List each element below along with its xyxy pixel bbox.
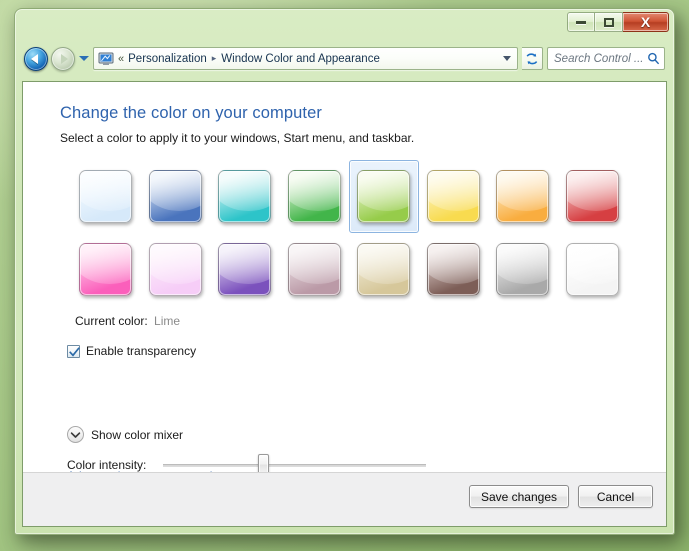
- refresh-button[interactable]: [522, 47, 543, 70]
- command-bar: Save changes Cancel: [23, 472, 666, 526]
- gloss-highlight: [566, 244, 618, 284]
- color-chip: [357, 243, 411, 296]
- current-color-value: Lime: [154, 314, 181, 328]
- gloss-highlight: [358, 244, 410, 284]
- current-color-line: Current color: Lime: [75, 314, 180, 328]
- color-chip: [496, 243, 550, 296]
- checkmark-icon: [69, 346, 80, 357]
- color-chip: [565, 170, 619, 223]
- desktop-background: X « Personalization ▸ Window Color and A…: [0, 0, 689, 551]
- page-title: Change the color on your computer: [60, 104, 322, 122]
- show-color-mixer-toggle[interactable]: Show color mixer: [67, 426, 183, 443]
- color-swatch-row: [71, 233, 627, 306]
- chevron-down-circle-icon: [67, 426, 84, 443]
- gloss-highlight: [80, 171, 132, 211]
- address-bar[interactable]: « Personalization ▸ Window Color and App…: [93, 47, 518, 70]
- color-swatch-frost-white[interactable]: [558, 233, 628, 306]
- color-swatch-sea[interactable]: [210, 160, 280, 233]
- recent-pages-chevron-down-icon[interactable]: [79, 56, 89, 61]
- content-body: Change the color on your computer Select…: [23, 82, 666, 483]
- refresh-icon: [526, 52, 538, 64]
- color-swatch-mauve[interactable]: [280, 233, 350, 306]
- color-swatch-lime[interactable]: [349, 160, 419, 233]
- page-subtitle: Select a color to apply it to your windo…: [60, 131, 415, 145]
- color-swatch-ruby[interactable]: [558, 160, 628, 233]
- gloss-highlight: [80, 244, 132, 284]
- breadcrumb-personalization[interactable]: Personalization: [128, 53, 207, 65]
- search-box[interactable]: [547, 47, 665, 70]
- color-swatch-row: [71, 160, 627, 233]
- forward-button[interactable]: [51, 47, 75, 71]
- gloss-highlight: [497, 244, 549, 284]
- color-chip: [287, 170, 341, 223]
- navigation-bar: « Personalization ▸ Window Color and App…: [15, 40, 674, 78]
- window-titlebar: X: [15, 9, 674, 39]
- save-changes-button[interactable]: Save changes: [468, 485, 569, 508]
- gloss-highlight: [427, 171, 479, 211]
- maximize-icon: [603, 17, 614, 27]
- enable-transparency-row[interactable]: Enable transparency: [67, 344, 196, 358]
- cancel-button[interactable]: Cancel: [578, 485, 653, 508]
- gloss-highlight: [288, 244, 340, 284]
- slider-track[interactable]: [163, 464, 427, 467]
- gloss-highlight: [427, 244, 479, 284]
- color-chip: [426, 170, 480, 223]
- enable-transparency-checkbox[interactable]: [67, 344, 80, 358]
- color-chip: [496, 170, 550, 223]
- color-chip: [218, 243, 272, 296]
- forward-arrow-icon: [61, 54, 68, 64]
- gloss-highlight: [566, 171, 618, 211]
- color-chip: [79, 170, 133, 223]
- color-chip: [357, 170, 411, 223]
- command-button-group: Save changes Cancel: [468, 485, 653, 508]
- back-arrow-icon: [31, 54, 38, 64]
- close-icon: X: [640, 14, 651, 30]
- color-swatch-pink[interactable]: [71, 233, 141, 306]
- caption-button-group: X: [567, 12, 669, 32]
- back-button[interactable]: [24, 47, 48, 71]
- gloss-highlight: [149, 244, 201, 284]
- search-input[interactable]: [552, 51, 647, 66]
- color-swatch-pumpkin[interactable]: [488, 160, 558, 233]
- color-chip: [426, 243, 480, 296]
- gloss-highlight: [358, 171, 410, 211]
- color-chip: [148, 170, 202, 223]
- color-chip: [79, 243, 133, 296]
- color-swatch-twilight[interactable]: [141, 160, 211, 233]
- breadcrumb-window-color[interactable]: Window Color and Appearance: [221, 53, 380, 65]
- minimize-button[interactable]: [567, 12, 595, 32]
- current-color-label: Current color:: [75, 314, 148, 328]
- color-swatch-taupe[interactable]: [419, 233, 489, 306]
- color-chip: [287, 243, 341, 296]
- minimize-icon: [576, 20, 586, 24]
- address-dropdown-chevron-down-icon[interactable]: [503, 56, 511, 61]
- gloss-highlight: [288, 171, 340, 211]
- breadcrumb-overflow-icon[interactable]: «: [118, 53, 124, 65]
- color-chip: [565, 243, 619, 296]
- color-swatch-sun[interactable]: [419, 160, 489, 233]
- color-swatch-khaki[interactable]: [349, 233, 419, 306]
- color-swatch-sky[interactable]: [71, 160, 141, 233]
- gloss-highlight: [219, 171, 271, 211]
- show-color-mixer-label: Show color mixer: [91, 427, 184, 442]
- color-swatch-slate[interactable]: [488, 233, 558, 306]
- color-swatch-grid: [71, 160, 627, 306]
- enable-transparency-label: Enable transparency: [86, 344, 197, 358]
- display-monitor-icon: [98, 52, 114, 66]
- control-panel-window: X « Personalization ▸ Window Color and A…: [14, 8, 675, 535]
- gloss-highlight: [149, 171, 201, 211]
- maximize-button[interactable]: [595, 12, 623, 32]
- color-chip: [148, 243, 202, 296]
- gloss-highlight: [219, 244, 271, 284]
- color-chip: [218, 170, 272, 223]
- close-button[interactable]: X: [623, 12, 669, 32]
- color-swatch-leaf[interactable]: [280, 160, 350, 233]
- breadcrumb-separator-icon: ▸: [211, 53, 217, 63]
- content-pane: Change the color on your computer Select…: [22, 81, 667, 527]
- search-icon: [648, 52, 660, 65]
- color-swatch-violet[interactable]: [210, 233, 280, 306]
- color-swatch-frost[interactable]: [141, 233, 211, 306]
- gloss-highlight: [497, 171, 549, 211]
